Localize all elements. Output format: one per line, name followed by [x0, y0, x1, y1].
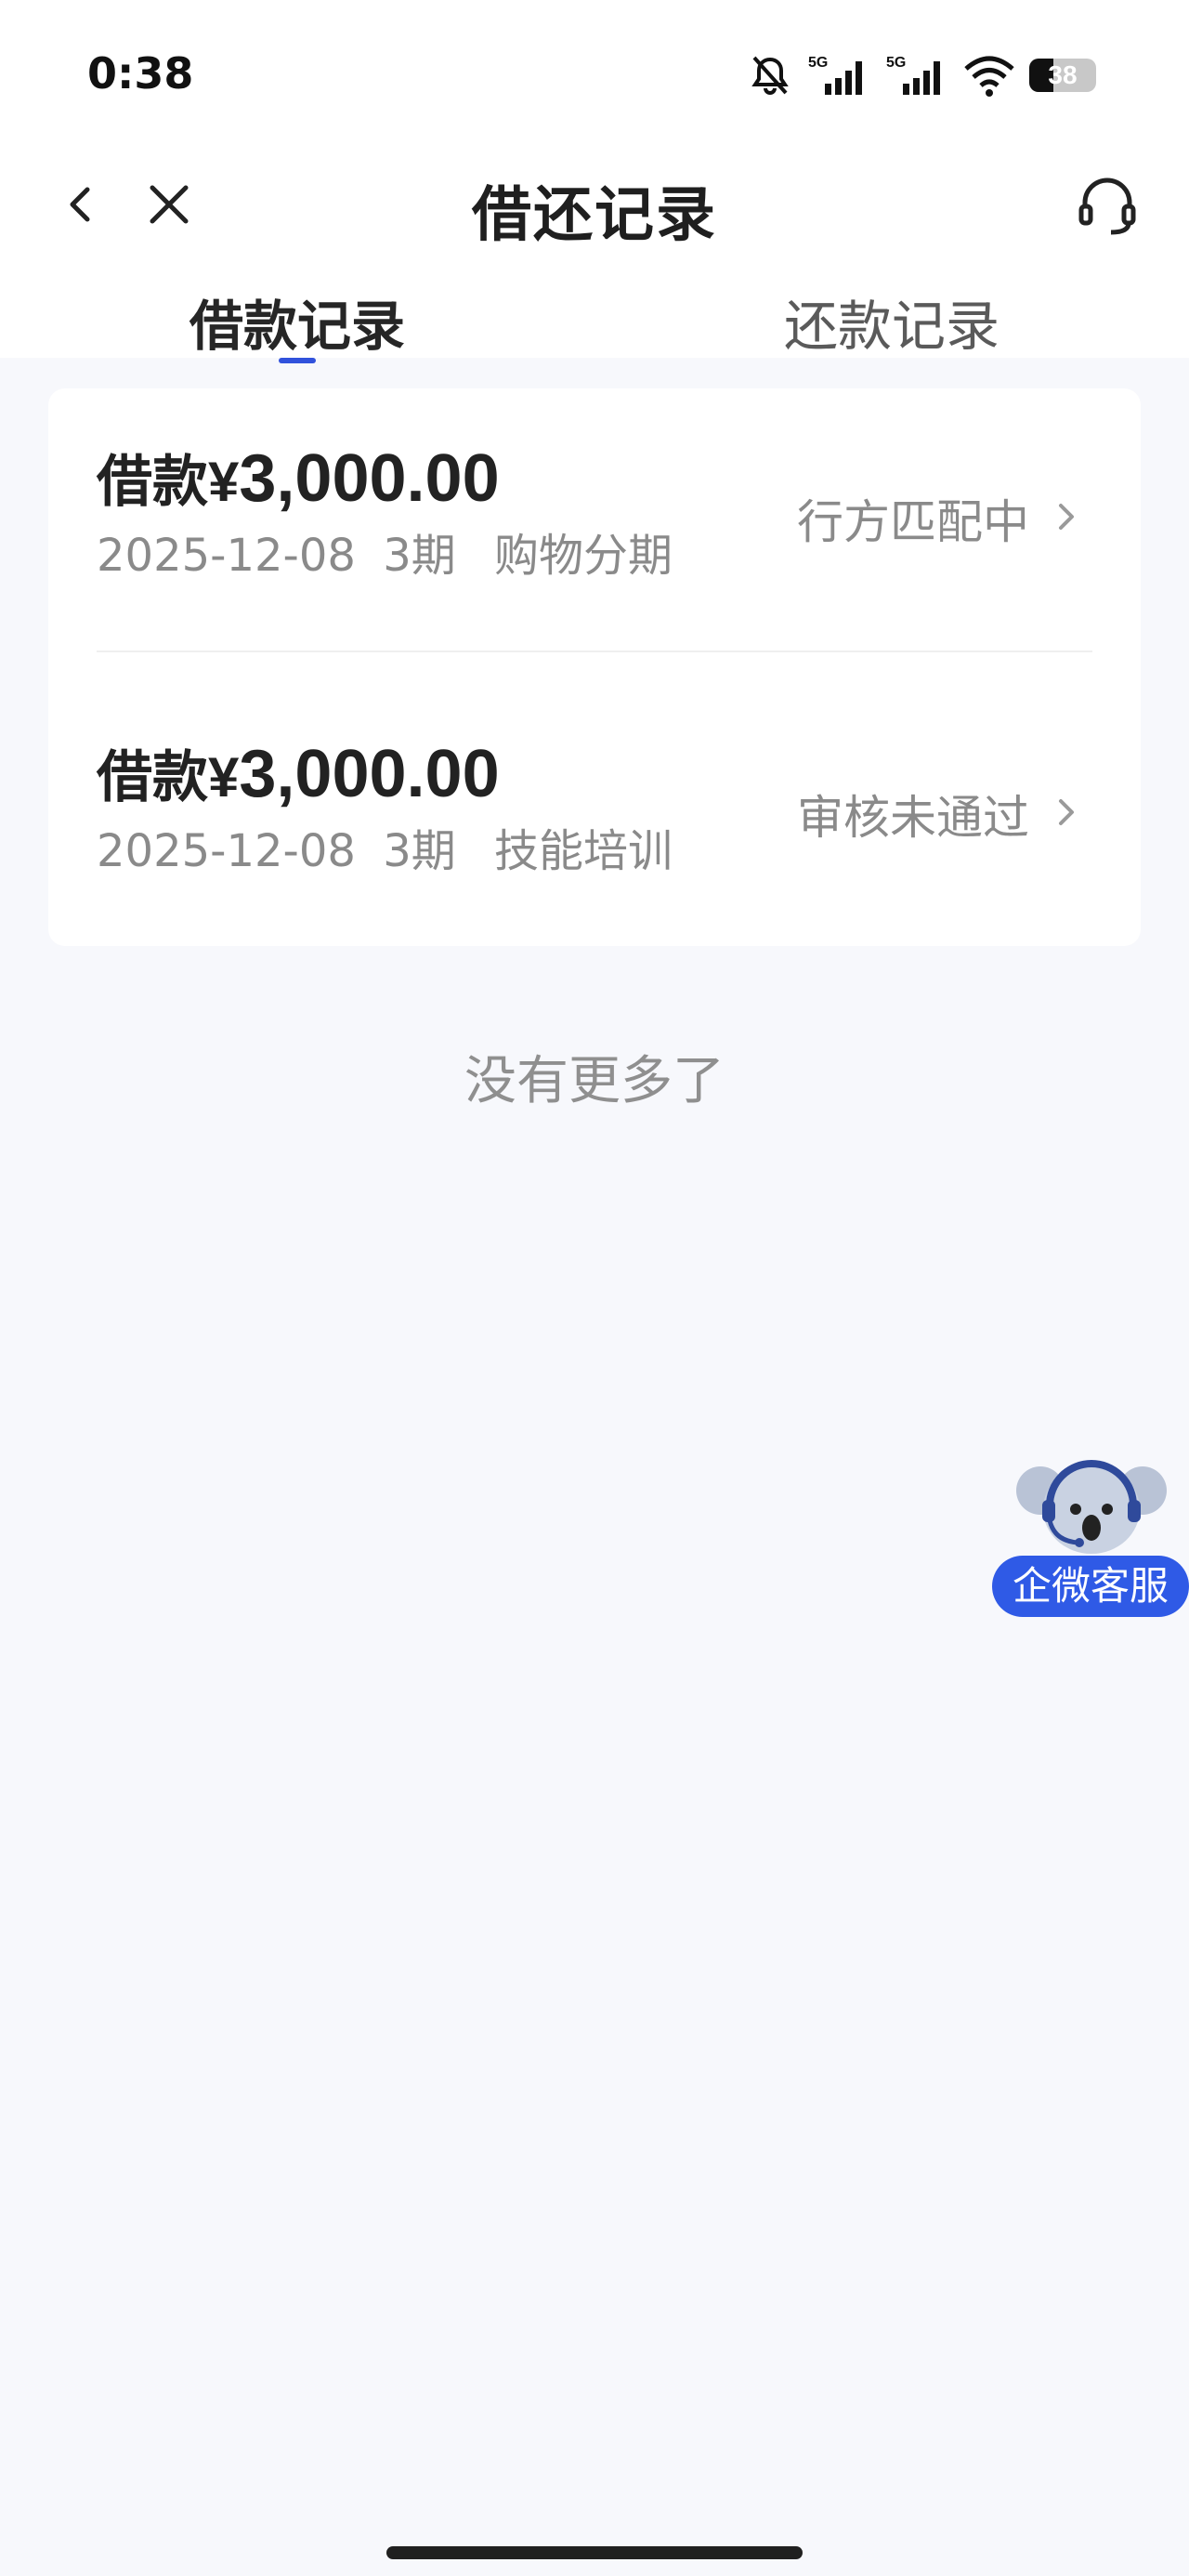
- status-badge: 审核未通过: [797, 791, 1029, 845]
- loan-amount: 借款¥3,000.00: [97, 441, 500, 516]
- svg-text:5G: 5G: [808, 55, 828, 71]
- loan-date: 2025-12-08: [97, 530, 356, 582]
- home-indicator[interactable]: [386, 2546, 803, 2559]
- headset-icon[interactable]: [1074, 173, 1141, 240]
- end-of-list-text: 没有更多了: [464, 1051, 725, 1111]
- tab-borrow-records[interactable]: 借款记录: [186, 294, 409, 359]
- loan-amount: 借款¥3,000.00: [97, 737, 500, 811]
- divider: [97, 651, 1092, 652]
- loan-purpose: 购物分期: [494, 530, 673, 582]
- loan-term: 3期: [383, 530, 456, 582]
- wifi-icon: [964, 56, 1014, 97]
- status-badge: 行方匹配中: [797, 495, 1029, 549]
- loan-purpose: 技能培训: [494, 825, 673, 877]
- status-icons: 5G 5G 38: [747, 50, 1096, 100]
- customer-service-float-button[interactable]: 企微客服: [992, 1452, 1189, 1619]
- top-bar: 0:38 5G 5G 38 借还记录 借款记录 还款记录: [0, 0, 1189, 363]
- list-item[interactable]: 借款¥3,000.00 2025-12-08 3期 技能培训 审核未通过: [48, 684, 1141, 963]
- list-item[interactable]: 借款¥3,000.00 2025-12-08 3期 购物分期 行方匹配中: [48, 388, 1141, 667]
- loan-date: 2025-12-08: [97, 825, 356, 877]
- active-tab-indicator: [279, 358, 316, 363]
- signal-icon: 5G: [808, 55, 862, 95]
- loan-meta: 2025-12-08 3期 购物分期: [97, 519, 673, 584]
- koala-mascot-icon: [1016, 1460, 1167, 1554]
- signal-icon: 5G: [886, 55, 940, 95]
- svg-text:5G: 5G: [886, 55, 906, 71]
- tab-repay-records[interactable]: 还款记录: [780, 294, 1003, 359]
- loan-meta: 2025-12-08 3期 技能培训: [97, 814, 673, 879]
- chevron-right-icon: [1059, 504, 1074, 530]
- page-title: 借还记录: [472, 181, 717, 250]
- mute-bell-icon: [751, 56, 789, 95]
- loan-term: 3期: [383, 825, 456, 877]
- customer-service-label: 企微客服: [992, 1556, 1189, 1617]
- battery-level: 38: [1048, 60, 1078, 89]
- status-time: 0:38: [87, 48, 194, 99]
- records-card: 借款¥3,000.00 2025-12-08 3期 购物分期 行方匹配中 借款¥…: [48, 388, 1141, 946]
- chevron-right-icon: [1059, 799, 1074, 825]
- battery-icon: 38: [1029, 59, 1096, 92]
